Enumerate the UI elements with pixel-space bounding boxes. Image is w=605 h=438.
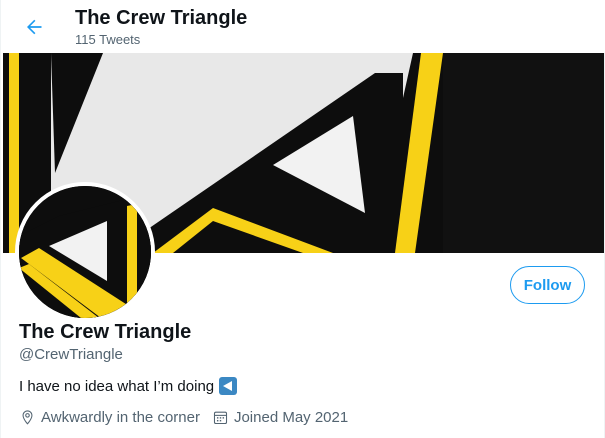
tweet-count: 115 Tweets	[75, 32, 141, 47]
profile-column: The Crew Triangle 115 Tweets Follow The …	[0, 0, 605, 438]
header-title: The Crew Triangle	[75, 7, 248, 29]
profile-bio: I have no idea what I’m doing	[19, 377, 238, 395]
profile-handle: @CrewTriangle	[19, 346, 123, 363]
profile-meta: Awkwardly in the corner Joined May 2021	[19, 409, 360, 426]
follow-button[interactable]: Follow	[510, 266, 585, 304]
profile-name: The Crew Triangle	[19, 321, 192, 343]
left-arrow-emoji-icon	[219, 377, 238, 395]
avatar[interactable]	[15, 182, 155, 322]
bio-text: I have no idea what I’m doing	[19, 377, 215, 395]
arrow-left-icon	[27, 19, 42, 35]
avatar-triangle-logo	[19, 186, 151, 318]
back-button[interactable]	[17, 10, 51, 44]
joined-item: Joined May 2021	[212, 409, 348, 426]
location-pin-icon	[22, 410, 33, 425]
location-text: Awkwardly in the corner	[41, 409, 200, 426]
location-item: Awkwardly in the corner	[19, 409, 200, 426]
joined-text: Joined May 2021	[233, 409, 349, 426]
calendar-icon	[213, 411, 228, 425]
top-bar: The Crew Triangle 115 Tweets	[1, 0, 605, 53]
